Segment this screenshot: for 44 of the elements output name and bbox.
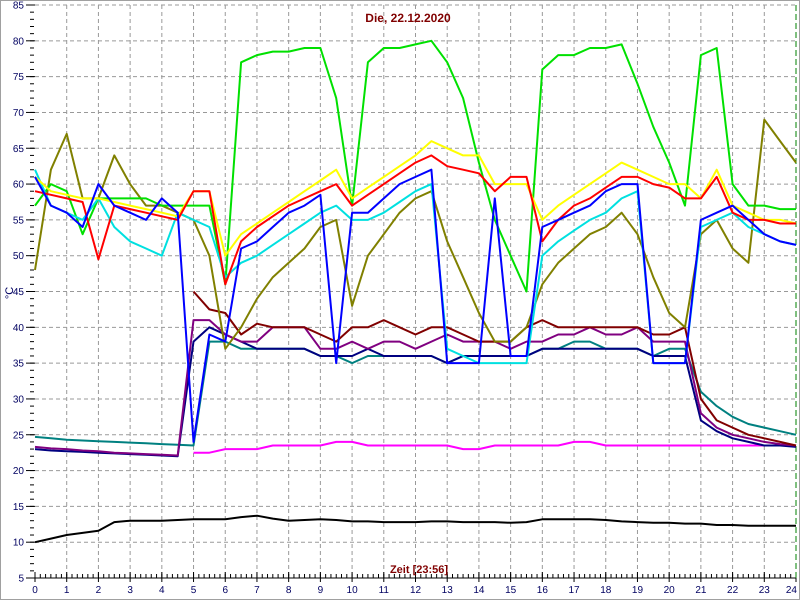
axis-tick-label: 60 xyxy=(12,180,24,191)
axis-tick-label: 70 xyxy=(12,108,24,119)
axis-tick-label: 15 xyxy=(12,502,24,513)
axis-tick-label: 5 xyxy=(18,574,24,584)
axis-tick-label: 16 xyxy=(536,585,548,596)
axis-tick-label: 24 xyxy=(786,585,797,596)
axis-tick-label: 35 xyxy=(12,358,24,370)
axis-tick-label: 3 xyxy=(127,585,133,596)
axis-tick-label: 65 xyxy=(12,144,24,155)
x-axis-title: Zeit [23:56] xyxy=(390,564,448,576)
axis-tick-label: 8 xyxy=(286,585,292,596)
axis-tick-label: 85 xyxy=(12,1,24,12)
axis-tick-label: 14 xyxy=(473,585,484,596)
axis-tick-label: 75 xyxy=(12,72,24,84)
axis-tick-label: 50 xyxy=(12,251,24,262)
axis-tick-label: 21 xyxy=(695,585,706,596)
axis-tick-label: 30 xyxy=(12,394,24,406)
axis-tick-label: 22 xyxy=(727,585,738,596)
axis-tick-label: 10 xyxy=(346,585,358,596)
chart-title: Die, 22.12.2020 xyxy=(365,11,451,25)
axis-tick-label: 17 xyxy=(568,585,580,596)
axis-tick-label: 9 xyxy=(318,585,324,596)
axis-tick-label: 2 xyxy=(96,585,102,596)
axis-tick-label: 15 xyxy=(505,585,516,596)
axis-tick-label: 45 xyxy=(12,287,24,298)
axis-tick-label: 11 xyxy=(378,585,389,596)
axis-tick-label: 40 xyxy=(12,322,24,334)
axis-tick-label: 55 xyxy=(12,215,24,226)
axis-tick-label: 1 xyxy=(64,585,70,596)
axis-tick-label: 6 xyxy=(222,585,228,596)
axis-tick-label: 10 xyxy=(12,538,24,549)
axis-tick-label: 5 xyxy=(190,585,196,596)
axis-tick-label: 18 xyxy=(600,585,612,596)
axis-tick-label: 12 xyxy=(410,585,422,596)
axis-tick-label: 4 xyxy=(159,585,165,596)
axis-tick-label: 19 xyxy=(632,585,644,596)
axis-tick-label: 13 xyxy=(442,585,453,596)
axis-tick-label: 0 xyxy=(32,585,38,596)
axis-tick-label: 80 xyxy=(12,36,24,48)
axis-tick-label: 20 xyxy=(664,585,675,596)
axis-tick-label: 23 xyxy=(758,585,770,596)
axis-tick-label: 25 xyxy=(12,430,24,442)
axis-tick-label: 7 xyxy=(254,585,260,596)
axis-tick-label: 20 xyxy=(12,466,24,478)
